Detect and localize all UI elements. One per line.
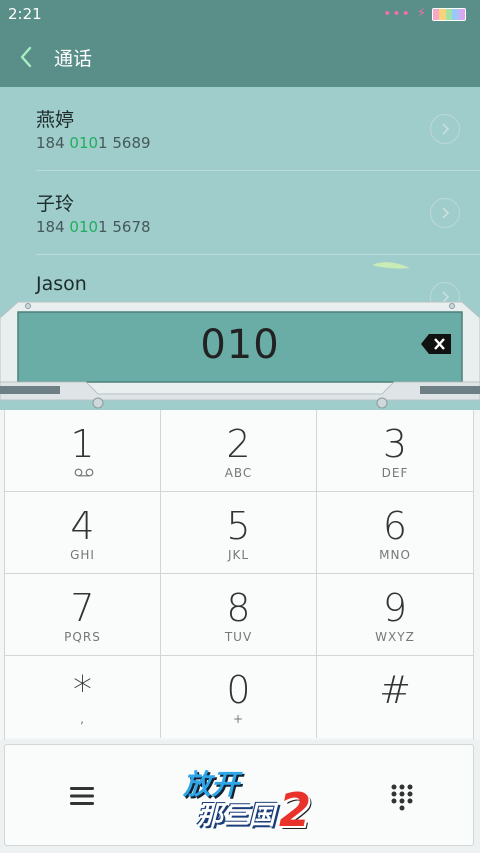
contact-name: 燕婷 bbox=[36, 109, 75, 131]
key-digit: 5 bbox=[226, 504, 251, 548]
contact-name: Jason bbox=[36, 273, 87, 295]
key-3[interactable]: 3 DEF bbox=[317, 410, 473, 492]
contact-row[interactable]: 子玲 184 0101 5678 bbox=[0, 171, 480, 255]
number-suffix: 1 5689 bbox=[98, 134, 151, 152]
key-letters: DEF bbox=[381, 466, 409, 480]
contact-detail-button[interactable] bbox=[430, 114, 460, 144]
charging-icon: ⚡ bbox=[416, 6, 426, 21]
key-0[interactable]: 0 + bbox=[161, 656, 317, 738]
key-6[interactable]: 6 MNO bbox=[317, 492, 473, 574]
number-prefix: 184 bbox=[36, 218, 70, 236]
key-letters: TUV bbox=[224, 630, 253, 644]
key-digit: 8 bbox=[226, 586, 251, 630]
key-hash[interactable]: # bbox=[317, 656, 473, 738]
header: 通话 bbox=[0, 30, 480, 87]
key-letters: + bbox=[232, 712, 245, 726]
dialpad-icon[interactable] bbox=[389, 783, 415, 811]
page-title: 通话 bbox=[54, 48, 93, 70]
chevron-right-icon bbox=[442, 207, 450, 219]
bottom-bar-panel: 放开 那三国 2 bbox=[4, 744, 474, 846]
contact-name: 子玲 bbox=[36, 193, 75, 215]
key-letters: ABC bbox=[224, 466, 253, 480]
key-1[interactable]: 1 bbox=[5, 410, 161, 492]
number-match-highlight: 010 bbox=[69, 134, 99, 152]
key-digit: 1 bbox=[70, 422, 95, 466]
key-letters: WXYZ bbox=[375, 630, 415, 644]
key-digit: * bbox=[73, 668, 92, 712]
key-letters: PQRS bbox=[64, 630, 101, 644]
bottom-bar: 放开 那三国 2 bbox=[0, 740, 480, 853]
keypad: 1 2 ABC 3 DEF 4 GHI 5 JKL 6 MNO 7 PQRS 8 bbox=[0, 410, 480, 740]
dialed-number: 010 bbox=[200, 322, 280, 368]
contact-list: 燕婷 184 0101 5689 子玲 184 0101 5678 Jason bbox=[0, 87, 480, 317]
key-9[interactable]: 9 WXYZ bbox=[317, 574, 473, 656]
key-letters: , bbox=[80, 712, 85, 726]
dial-display: 010 bbox=[0, 300, 480, 410]
key-digit: 7 bbox=[70, 586, 95, 630]
key-digit: 6 bbox=[382, 504, 408, 548]
status-time: 2:21 bbox=[8, 5, 42, 23]
key-star[interactable]: * , bbox=[5, 656, 161, 738]
game-logo-subtitle: 那三国 bbox=[197, 801, 276, 831]
menu-icon[interactable] bbox=[69, 785, 95, 807]
key-digit: 2 bbox=[226, 422, 251, 466]
contact-number: 184 0101 5678 bbox=[36, 218, 151, 236]
back-chevron-icon[interactable] bbox=[18, 44, 40, 70]
contact-number: 184 0101 5689 bbox=[36, 134, 151, 152]
signal-dots-icon: ••• bbox=[383, 6, 411, 22]
leaf-icon bbox=[372, 262, 410, 269]
key-digit: # bbox=[379, 668, 411, 712]
number-suffix: 1 5678 bbox=[98, 218, 151, 236]
battery-icon bbox=[432, 7, 466, 21]
key-4[interactable]: 4 GHI bbox=[5, 492, 161, 574]
voicemail-icon bbox=[74, 468, 94, 477]
status-icons: ••• ⚡ bbox=[383, 7, 466, 21]
game-logo-number: 2 bbox=[279, 783, 312, 837]
key-5[interactable]: 5 JKL bbox=[161, 492, 317, 574]
key-letters: JKL bbox=[227, 548, 250, 562]
key-letters: GHI bbox=[70, 548, 95, 562]
chevron-right-icon bbox=[442, 123, 450, 135]
key-7[interactable]: 7 PQRS bbox=[5, 574, 161, 656]
key-digit: 4 bbox=[70, 504, 95, 548]
backspace-icon[interactable] bbox=[420, 333, 452, 355]
key-8[interactable]: 8 TUV bbox=[161, 574, 317, 656]
game-logo[interactable]: 放开 那三国 2 bbox=[175, 757, 315, 837]
status-bar: 2:21 ••• ⚡ bbox=[0, 0, 480, 30]
contact-row[interactable]: 燕婷 184 0101 5689 bbox=[0, 87, 480, 171]
key-2[interactable]: 2 ABC bbox=[161, 410, 317, 492]
contact-detail-button[interactable] bbox=[430, 198, 460, 228]
key-letters: MNO bbox=[379, 548, 411, 562]
number-match-highlight: 010 bbox=[69, 218, 99, 236]
key-digit: 9 bbox=[382, 586, 408, 630]
key-digit: 3 bbox=[382, 422, 408, 466]
key-digit: 0 bbox=[226, 668, 251, 712]
number-prefix: 184 bbox=[36, 134, 70, 152]
keypad-grid: 1 2 ABC 3 DEF 4 GHI 5 JKL 6 MNO 7 PQRS 8 bbox=[4, 410, 474, 740]
